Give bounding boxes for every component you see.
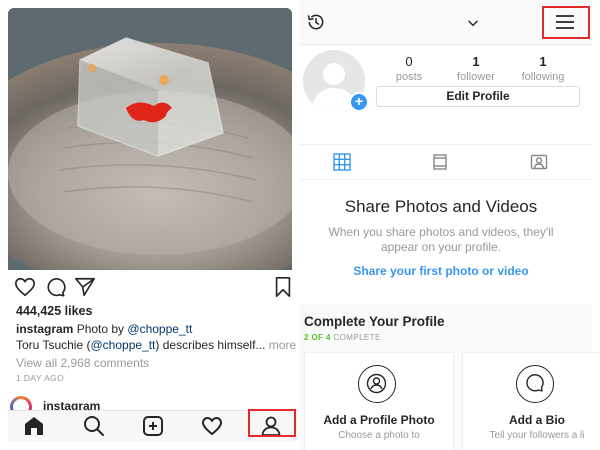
empty-state-description: When you share photos and videos, they'l… — [328, 225, 554, 254]
post-caption-line2: Toru Tsuchie (@choppe_tt) describes hims… — [16, 338, 296, 352]
posts-count: 0 — [405, 54, 413, 69]
caption-username[interactable]: instagram — [16, 322, 73, 336]
followers-stat[interactable]: 1 follower — [441, 54, 511, 83]
card-title-profile-photo: Add a Profile Photo — [323, 413, 435, 427]
card-desc-bio: Tell your followers a li — [489, 430, 585, 441]
search-icon[interactable] — [82, 414, 106, 438]
followers-count: 1 — [472, 54, 480, 69]
caption-more-link[interactable]: more — [265, 338, 296, 352]
home-icon[interactable] — [22, 414, 46, 438]
followers-label: follower — [457, 71, 495, 83]
card-desc-profile-photo: Choose a photo to — [338, 430, 420, 441]
speech-bubble-icon — [516, 365, 554, 403]
highlight-profile-tab — [248, 409, 296, 437]
paper-plane-icon[interactable] — [74, 276, 96, 298]
add-post-icon[interactable] — [141, 414, 165, 438]
progress-done: 2 OF 4 — [304, 333, 331, 342]
feed-post-screen: 444,425 likes instagram Photo by @choppe… — [0, 0, 300, 450]
following-count: 1 — [539, 54, 547, 69]
add-profile-photo-card[interactable]: Add a Profile Photo Choose a photo to — [304, 352, 454, 450]
post-action-row — [14, 276, 292, 298]
post-caption: instagram Photo by @choppe_tt — [16, 322, 192, 336]
bookmark-icon[interactable] — [272, 276, 294, 298]
complete-profile-title: Complete Your Profile — [304, 314, 445, 329]
add-profile-photo-icon[interactable]: + — [349, 92, 369, 112]
edit-profile-button[interactable]: Edit Profile — [376, 86, 580, 107]
avatar-circle-icon — [358, 365, 396, 403]
following-stat[interactable]: 1 following — [508, 54, 578, 83]
comment-bubble-icon[interactable] — [44, 276, 66, 298]
caption2-prefix: Toru Tsuchie ( — [16, 338, 91, 352]
caption-mention[interactable]: @choppe_tt — [127, 322, 192, 336]
history-clock-icon[interactable] — [306, 12, 326, 32]
card-title-bio: Add a Bio — [509, 413, 565, 427]
progress-rest: COMPLETE — [330, 333, 381, 342]
post-timestamp: 1 DAY AGO — [16, 373, 65, 383]
caption2-mention[interactable]: @choppe_tt — [90, 338, 155, 352]
add-bio-card[interactable]: Add a Bio Tell your followers a li — [462, 352, 600, 450]
tagged-photos-icon[interactable] — [530, 153, 548, 171]
caption2-suffix: ) describes himself... — [155, 338, 266, 352]
share-first-photo-link[interactable]: Share your first photo or video — [300, 264, 582, 278]
jelly-cube-photo-illustration — [8, 8, 292, 270]
posts-stat[interactable]: 0 posts — [374, 54, 444, 83]
chevron-down-icon[interactable] — [466, 16, 480, 30]
heart-outline-icon[interactable] — [14, 276, 36, 298]
like-count[interactable]: 444,425 likes — [16, 304, 92, 318]
following-label: following — [521, 71, 565, 83]
caption-text: Photo by — [73, 322, 128, 336]
profile-top-bar — [300, 0, 592, 45]
profile-view-tabs — [300, 144, 592, 180]
complete-profile-section: Complete Your Profile 2 OF 4 COMPLETE Ad… — [300, 304, 600, 450]
complete-profile-progress: 2 OF 4 COMPLETE — [304, 333, 381, 342]
profile-screen: + 0 posts 1 follower 1 following Edit Pr… — [300, 0, 600, 450]
grid-view-icon[interactable] — [333, 153, 351, 171]
feed-view-icon[interactable] — [431, 153, 449, 171]
activity-heart-icon[interactable] — [200, 414, 224, 438]
highlight-menu-button — [542, 6, 590, 39]
empty-state-title: Share Photos and Videos — [344, 197, 538, 216]
posts-label: posts — [395, 71, 423, 83]
post-photo[interactable] — [8, 8, 292, 270]
view-all-comments-link[interactable]: View all 2,968 comments — [16, 356, 149, 370]
